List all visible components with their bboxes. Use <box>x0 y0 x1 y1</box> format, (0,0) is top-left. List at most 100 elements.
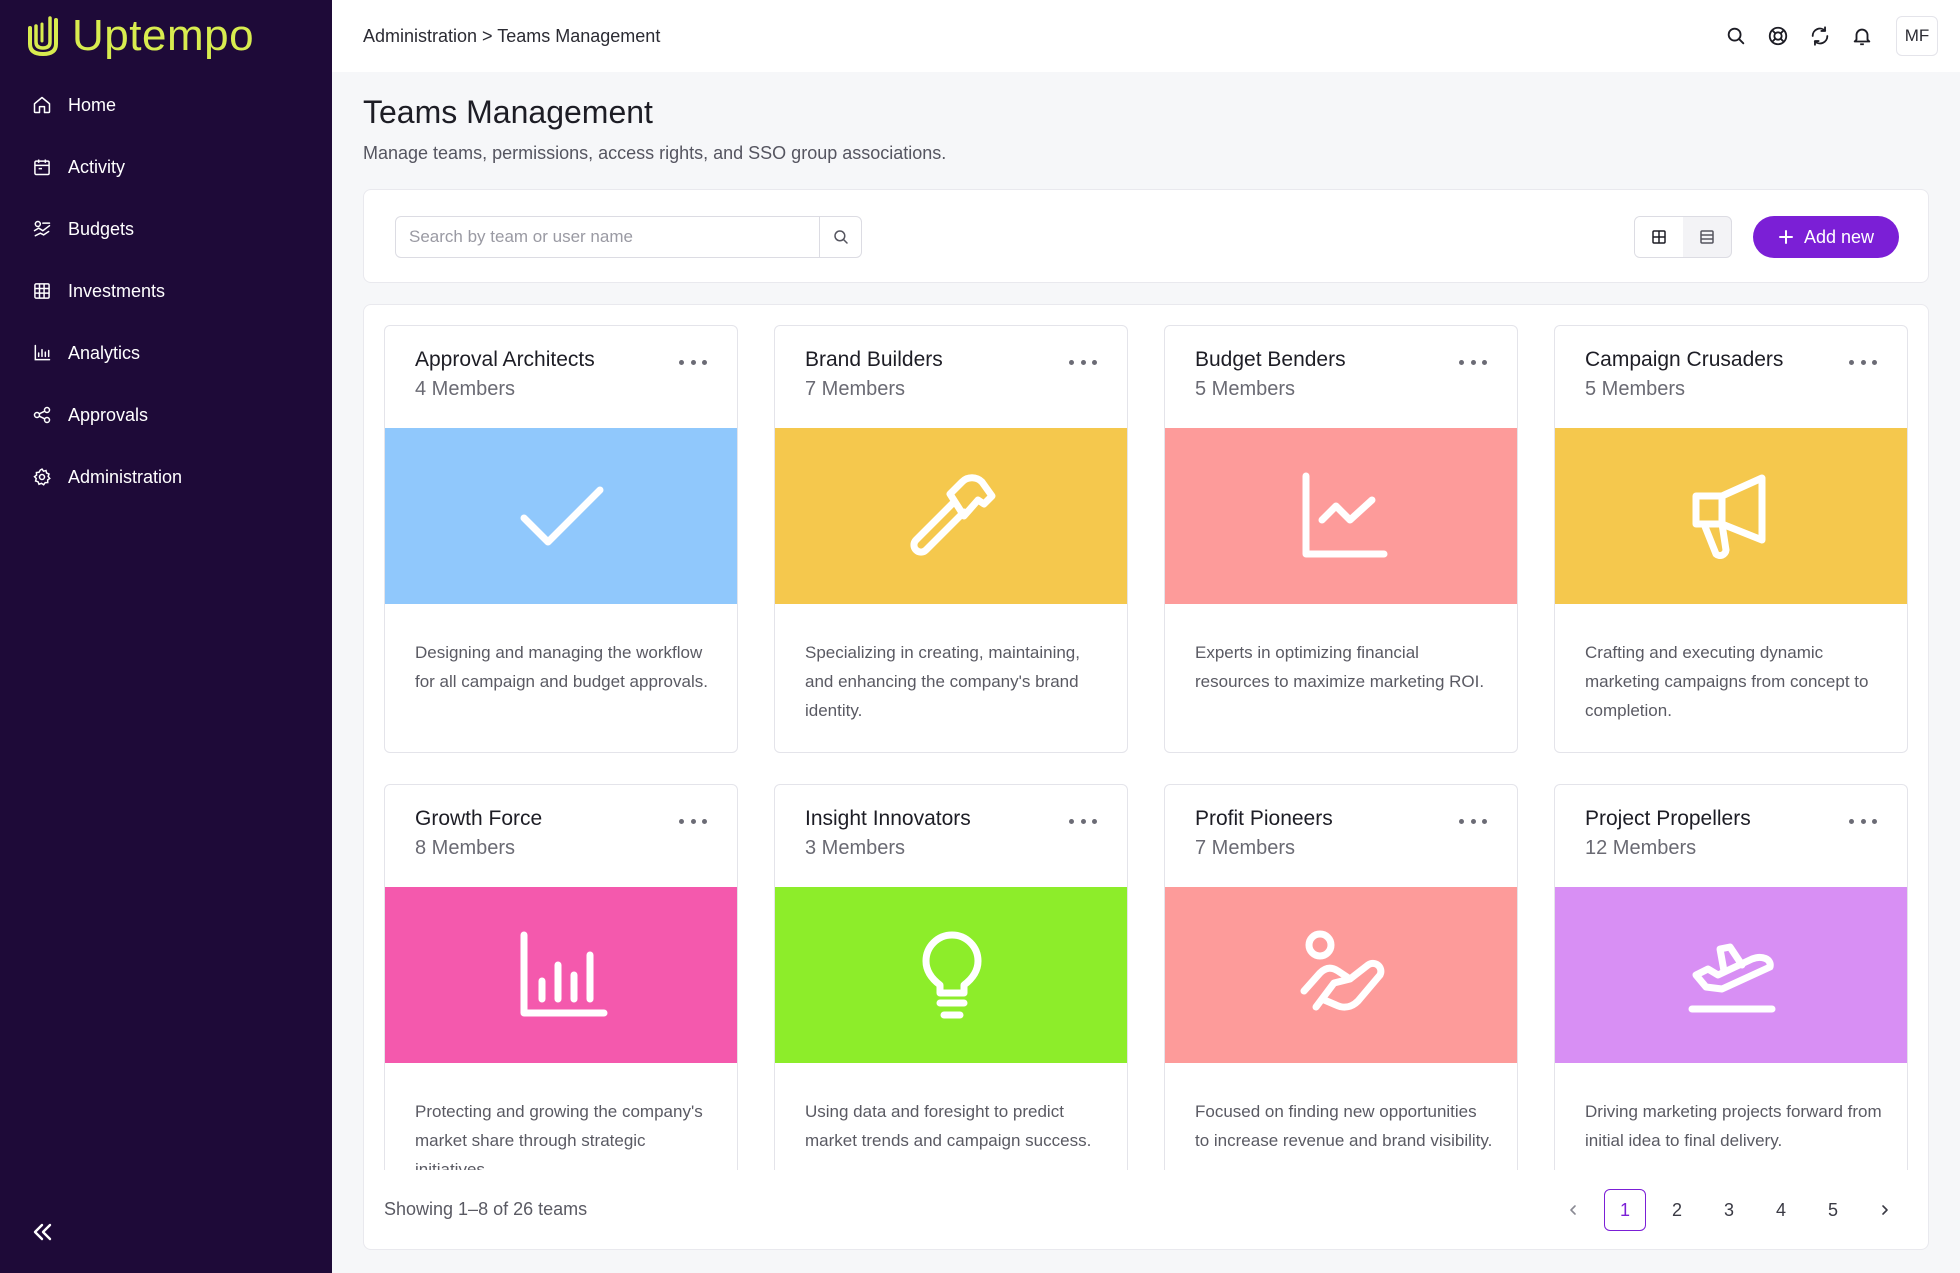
team-card[interactable]: Campaign Crusaders 5 Members Crafting an… <box>1554 325 1908 753</box>
next-page-button[interactable] <box>1864 1189 1906 1231</box>
team-description: Protecting and growing the company's mar… <box>415 1102 703 1170</box>
team-name: Budget Benders <box>1195 348 1346 371</box>
user-avatar[interactable]: MF <box>1896 16 1938 56</box>
card-menu-button[interactable] <box>679 815 707 827</box>
more-dots-icon <box>1872 818 1877 824</box>
more-dots-icon <box>1092 818 1097 824</box>
prev-page-button[interactable] <box>1552 1189 1594 1231</box>
refresh-button[interactable] <box>1806 22 1834 50</box>
collapse-sidebar-icon[interactable] <box>30 1220 54 1244</box>
team-banner <box>385 428 737 604</box>
top-header: Administration > Teams Management MF <box>332 0 1960 72</box>
sidebar-item-analytics[interactable]: Analytics <box>0 322 332 384</box>
sidebar-item-activity[interactable]: Activity <box>0 136 332 198</box>
uptempo-logo-icon <box>28 16 58 57</box>
more-dots-icon <box>690 818 696 824</box>
page-button-3[interactable]: 3 <box>1708 1189 1750 1231</box>
more-dots-icon <box>679 359 684 365</box>
team-banner <box>775 887 1127 1063</box>
team-description: Specializing in creating, maintaining, a… <box>805 643 1080 720</box>
app-logo[interactable]: Uptempo <box>24 12 254 60</box>
share-nodes-icon <box>33 406 51 424</box>
team-card[interactable]: Project Propellers 12 Members Driving ma… <box>1554 784 1908 1170</box>
team-member-count: 4 Members <box>415 378 516 400</box>
teams-grid: Approval Architects 4 Members Designing … <box>364 305 1928 1170</box>
team-card[interactable]: Growth Force 8 Members Protecting and gr… <box>384 784 738 1170</box>
bell-icon <box>1853 28 1871 46</box>
team-card[interactable]: Brand Builders 7 Members Specializing in… <box>774 325 1128 753</box>
team-card[interactable]: Profit Pioneers 7 Members Focused on fin… <box>1164 784 1518 1170</box>
team-banner <box>385 887 737 1063</box>
more-dots-icon <box>1069 818 1074 824</box>
card-menu-button[interactable] <box>1069 815 1097 827</box>
sidebar-nav: Home Activity Budgets Investments Analyt… <box>0 74 332 508</box>
plus-icon <box>1778 230 1793 244</box>
team-name: Campaign Crusaders <box>1585 348 1784 371</box>
card-menu-button[interactable] <box>1069 356 1097 368</box>
team-name: Project Propellers <box>1585 807 1751 830</box>
sidebar-item-label: Home <box>68 94 117 115</box>
hammer-icon <box>910 474 996 556</box>
sidebar-item-label: Analytics <box>68 342 141 363</box>
more-dots-icon <box>1092 359 1097 365</box>
page-title: Teams Management <box>363 94 653 130</box>
list-view-button[interactable] <box>1683 217 1731 257</box>
notifications-button[interactable] <box>1848 22 1876 50</box>
plane-takeoff-icon <box>1688 943 1776 1013</box>
help-button[interactable] <box>1764 22 1792 50</box>
team-description: Designing and managing the workflow for … <box>415 643 708 691</box>
sidebar-item-investments[interactable]: Investments <box>0 260 332 322</box>
card-menu-button[interactable] <box>1849 356 1877 368</box>
sidebar-item-approvals[interactable]: Approvals <box>0 384 332 446</box>
more-dots-icon <box>1482 818 1487 824</box>
more-dots-icon <box>702 818 707 824</box>
page-button-5[interactable]: 5 <box>1812 1189 1854 1231</box>
team-description: Focused on finding new opportunities to … <box>1195 1102 1493 1150</box>
team-name: Approval Architects <box>415 348 595 371</box>
team-card[interactable]: Insight Innovators 3 Members Using data … <box>774 784 1128 1170</box>
search-icon <box>833 230 848 244</box>
sidebar-item-home[interactable]: Home <box>0 74 332 136</box>
page-button-4[interactable]: 4 <box>1760 1189 1802 1231</box>
header-actions: MF <box>1722 16 1938 56</box>
team-name: Insight Innovators <box>805 807 971 830</box>
more-dots-icon <box>702 359 707 365</box>
team-description: Using data and foresight to predict mark… <box>805 1102 1092 1150</box>
team-card[interactable]: Approval Architects 4 Members Designing … <box>384 325 738 753</box>
sidebar-item-administration[interactable]: Administration <box>0 446 332 508</box>
search-submit-button[interactable] <box>819 217 861 257</box>
pagination: 1 2 3 4 5 <box>1552 1189 1906 1231</box>
sidebar-item-budgets[interactable]: Budgets <box>0 198 332 260</box>
page-button-1[interactable]: 1 <box>1604 1189 1646 1231</box>
team-member-count: 7 Members <box>1195 837 1296 859</box>
team-card[interactable]: Budget Benders 5 Members Experts in opti… <box>1164 325 1518 753</box>
card-menu-button[interactable] <box>1849 815 1877 827</box>
breadcrumb[interactable]: Administration > Teams Management <box>363 26 660 47</box>
check-icon <box>520 486 604 546</box>
card-menu-button[interactable] <box>679 356 707 368</box>
team-member-count: 12 Members <box>1585 837 1697 859</box>
budgets-icon <box>33 220 51 237</box>
page-subtitle: Manage teams, permissions, access rights… <box>363 143 947 163</box>
sidebar-item-label: Administration <box>68 466 183 487</box>
bar-chart-icon <box>34 344 51 361</box>
gear-icon <box>33 468 51 486</box>
more-dots-icon <box>1080 359 1086 365</box>
teams-toolbar: Add new <box>363 189 1929 283</box>
grid-view-button[interactable] <box>1635 217 1683 257</box>
more-dots-icon <box>1069 359 1074 365</box>
megaphone-icon <box>1692 474 1766 560</box>
more-dots-icon <box>1482 359 1487 365</box>
card-menu-button[interactable] <box>1459 815 1487 827</box>
team-banner <box>1165 428 1517 604</box>
view-toggle <box>1634 216 1732 258</box>
team-name: Brand Builders <box>805 348 943 371</box>
more-dots-icon <box>1459 818 1464 824</box>
search-box <box>395 216 862 258</box>
table-icon <box>34 283 50 299</box>
search-input[interactable] <box>396 217 819 257</box>
page-button-2[interactable]: 2 <box>1656 1189 1698 1231</box>
add-new-button[interactable]: Add new <box>1753 216 1899 258</box>
search-button[interactable] <box>1722 22 1750 50</box>
card-menu-button[interactable] <box>1459 356 1487 368</box>
